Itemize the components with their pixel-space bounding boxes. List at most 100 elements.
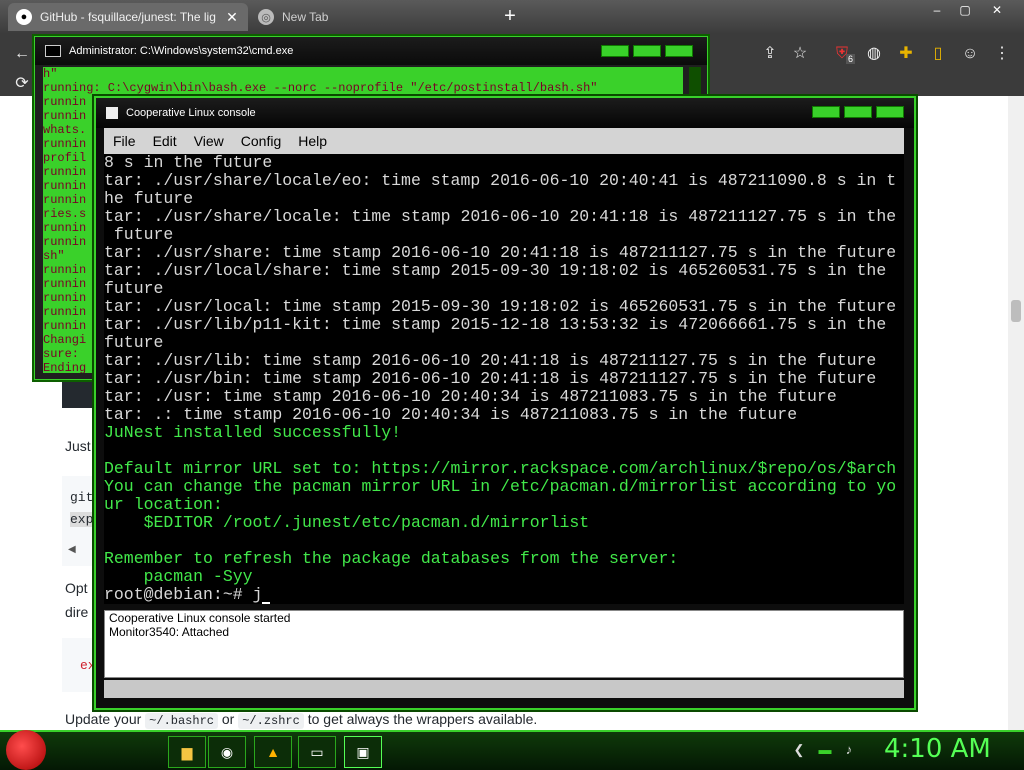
taskbar-cmd-icon[interactable]: ▭ [298, 736, 336, 768]
bashrc-chip: ~/.bashrc [145, 713, 218, 729]
terminal-line: future [104, 225, 174, 244]
colinux-log-panel[interactable]: Cooperative Linux console started Monito… [104, 610, 904, 678]
cmd-icon [45, 45, 61, 58]
terminal-line: future [104, 279, 164, 298]
page-text-git: git [70, 490, 94, 505]
cmd-close-button[interactable] [665, 45, 693, 57]
terminal-line: Remember to refresh the package database… [104, 549, 679, 568]
maximize-button[interactable]: ▢ [952, 3, 978, 19]
profile-icon[interactable]: ☺ [958, 42, 982, 66]
page-scrollbar[interactable] [1008, 96, 1024, 730]
chrome-icon: ◎ [258, 9, 274, 25]
colinux-window[interactable]: Cooperative Linux console File Edit View… [94, 96, 916, 710]
clock[interactable]: 4:10 AM [884, 734, 991, 764]
terminal-line: Default mirror URL set to: https://mirro… [104, 459, 897, 478]
terminal-line: tar: ./usr/lib: time stamp 2016-06-10 20… [104, 351, 877, 370]
terminal-line: tar: ./usr/local/share: time stamp 2015-… [104, 261, 887, 280]
terminal-prompt: root@debian:~# j [104, 585, 263, 604]
cmd-line: running: C:\cygwin\bin\bash.exe --norc -… [43, 81, 598, 95]
terminal-line: tar: ./usr/share: time stamp 2016-06-10 … [104, 243, 897, 262]
menu-edit[interactable]: Edit [153, 133, 177, 149]
zshrc-chip: ~/.zshrc [238, 713, 304, 729]
back-icon[interactable]: ← [10, 42, 34, 66]
terminal-line: JuNest installed successfully! [104, 423, 402, 442]
minimize-button[interactable]: – [924, 3, 950, 19]
browser-tab-bar: ● GitHub - fsquillace/junest: The lig ✕ … [0, 0, 1024, 34]
colinux-title: Cooperative Linux console [126, 107, 256, 119]
menu-view[interactable]: View [194, 133, 224, 149]
taskbar: ▆ ◉ ▲ ▭ ▣ ❮ ▬ ♪ 4:10 AM [0, 730, 1024, 770]
close-tab-icon[interactable]: ✕ [224, 9, 240, 26]
terminal-line: pacman -Syy [104, 567, 253, 586]
page-text-dire: dire [65, 604, 89, 620]
terminal-line: he future [104, 189, 194, 208]
network-icon[interactable]: ▬ [816, 742, 834, 760]
colinux-statusbar [104, 680, 904, 698]
extension-globe-icon[interactable]: ◍ [862, 42, 886, 66]
terminal-prompt-line[interactable]: root@debian:~# j [104, 586, 904, 604]
update-suffix: to get always the wrappers available. [307, 711, 538, 727]
taskbar-colorful-app-icon[interactable]: ▲ [254, 736, 292, 768]
cmd-window-controls [601, 45, 693, 57]
page-text-just: Just [65, 438, 91, 454]
terminal-line: 8 s in the future [104, 154, 273, 172]
tab-new-tab[interactable]: ◎ New Tab [250, 3, 500, 31]
page-text-exp: exp [70, 512, 94, 527]
colinux-menubar: File Edit View Config Help [104, 128, 904, 154]
colinux-window-controls [812, 106, 904, 118]
colinux-close-button[interactable] [876, 106, 904, 118]
taskbar-chrome-icon[interactable]: ◉ [208, 736, 246, 768]
terminal-line: $EDITOR /root/.junest/etc/pacman.d/mirro… [104, 513, 590, 532]
terminal-line: tar: ./usr/lib/p11-kit: time stamp 2015-… [104, 315, 887, 334]
colinux-app-icon [106, 107, 118, 120]
menu-icon[interactable]: ⋮ [990, 42, 1014, 66]
scroll-left-icon[interactable]: ◀ [68, 544, 76, 555]
terminal-line: tar: ./usr/share/locale: time stamp 2016… [104, 207, 897, 226]
text-cursor [262, 602, 271, 604]
close-window-button[interactable]: ✕ [984, 3, 1010, 19]
taskbar-folder-icon[interactable]: ▆ [168, 736, 206, 768]
terminal-line: ur location: [104, 495, 223, 514]
cmd-line: h" [43, 67, 58, 81]
cmd-minimize-button[interactable] [601, 45, 629, 57]
terminal-line: future [104, 333, 164, 352]
update-or: or [221, 711, 235, 727]
page-text-opt: Opt [65, 580, 88, 596]
cmd-title: Administrator: C:\Windows\system32\cmd.e… [69, 45, 294, 57]
new-tab-button[interactable]: + [500, 6, 520, 26]
star-icon[interactable]: ☆ [788, 42, 812, 66]
menu-file[interactable]: File [113, 133, 136, 149]
colinux-titlebar[interactable]: Cooperative Linux console [96, 98, 914, 128]
menu-config[interactable]: Config [241, 133, 281, 149]
colinux-maximize-button[interactable] [844, 106, 872, 118]
terminal-line: tar: ./usr/share/locale/eo: time stamp 2… [104, 171, 897, 190]
log-line: Cooperative Linux console started [109, 611, 291, 625]
terminal-line: tar: .: time stamp 2016-06-10 20:40:34 i… [104, 405, 798, 424]
volume-icon[interactable]: ♪ [840, 742, 858, 760]
update-prefix: Update your [65, 711, 142, 727]
back-arrow-icon[interactable]: ❮ [790, 742, 808, 760]
github-icon: ● [16, 9, 32, 25]
terminal-line: tar: ./usr/local: time stamp 2015-09-30 … [104, 297, 897, 316]
terminal-output[interactable]: 8 s in the future tar: ./usr/share/local… [104, 154, 904, 604]
page-scrollbar-thumb[interactable] [1011, 300, 1021, 322]
reload-icon[interactable]: ⟳ [10, 72, 34, 96]
cmd-maximize-button[interactable] [633, 45, 661, 57]
colinux-minimize-button[interactable] [812, 106, 840, 118]
terminal-line: You can change the pacman mirror URL in … [104, 477, 897, 496]
tab-github[interactable]: ● GitHub - fsquillace/junest: The lig ✕ [8, 3, 248, 31]
tab-label: GitHub - fsquillace/junest: The lig [40, 10, 216, 24]
start-button-angry-bird-icon[interactable] [6, 730, 46, 770]
ublock-badge: 6 [846, 54, 856, 64]
terminal-line: tar: ./usr: time stamp 2016-06-10 20:40:… [104, 387, 837, 406]
tab-label: New Tab [282, 10, 329, 24]
menu-help[interactable]: Help [298, 133, 327, 149]
puzzle-icon[interactable]: ✚ [894, 42, 918, 66]
share-icon[interactable]: ⇪ [758, 42, 782, 66]
taskbar-colinux-icon[interactable]: ▣ [344, 736, 382, 768]
log-line: Monitor3540: Attached [109, 625, 230, 639]
terminal-line: tar: ./usr/bin: time stamp 2016-06-10 20… [104, 369, 877, 388]
sidebar-icon[interactable]: ▯ [926, 42, 950, 66]
